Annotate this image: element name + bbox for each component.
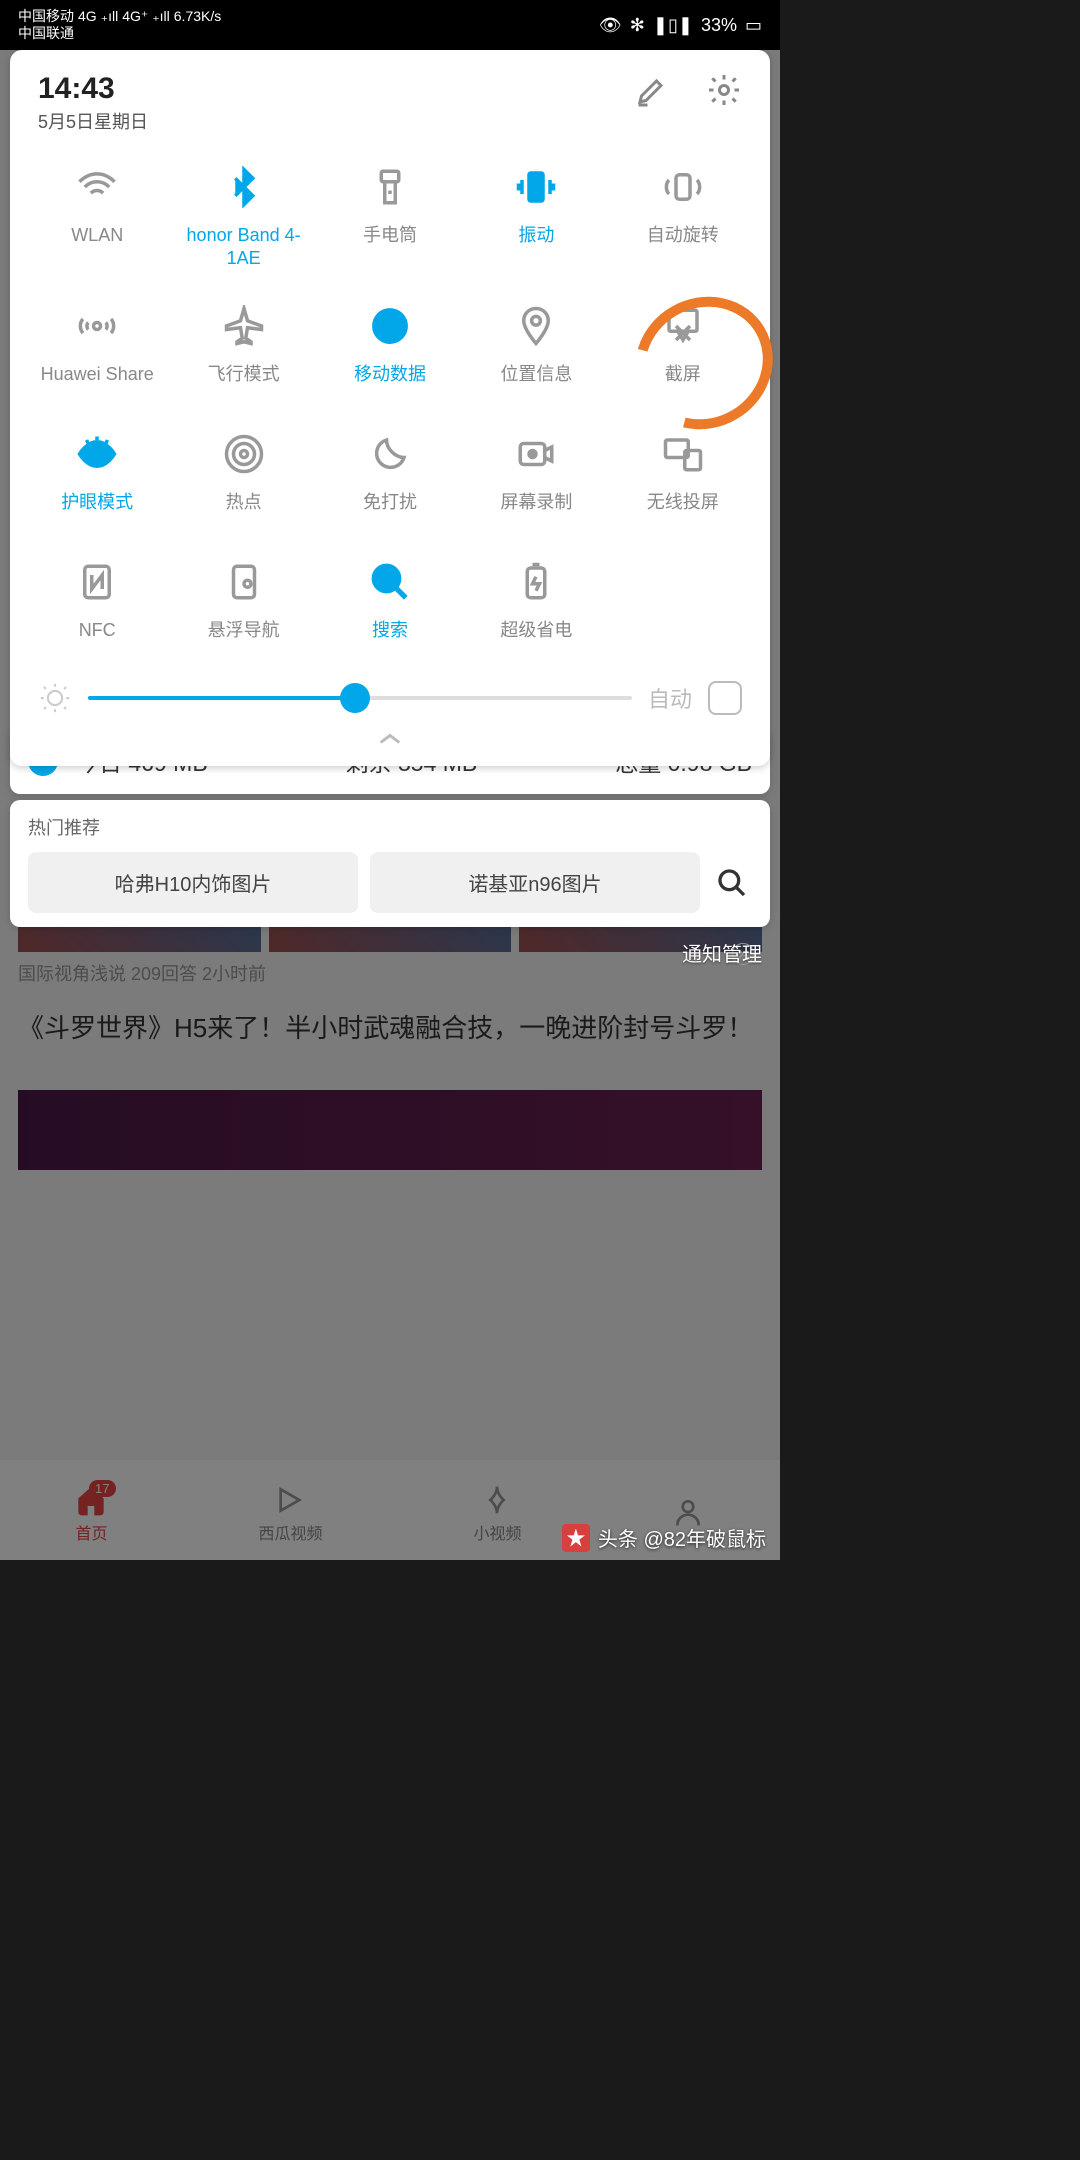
tab-xigua[interactable]: 西瓜视频 [258,1484,322,1544]
auto-brightness-label: 自动 [648,682,692,714]
bluetooth-icon [221,164,267,210]
status-carriers: 中国移动 4G ₊ıll 4G⁺ ₊ıll 6.73K/s 中国联通 [18,8,221,42]
clock-area[interactable]: 14:43 5月5日星期日 [38,72,148,134]
tab-shortvideo[interactable]: 小视频 [473,1484,521,1544]
recommend-search-icon[interactable] [712,863,752,903]
battery-percent: 33% [701,15,737,36]
watermark: 头条 @82年破鼠标 [562,1523,766,1552]
eye-icon [74,431,120,477]
auto-brightness-checkbox[interactable] [708,681,742,715]
date: 5月5日星期日 [38,108,148,134]
airplane-icon [221,303,267,349]
tile-cast[interactable]: 无线投屏 [610,419,756,539]
battery-icon [513,559,559,605]
time: 14:43 [38,72,148,106]
tile-autorotate[interactable]: 自动旋转 [610,152,756,283]
tab-home[interactable]: 17 首页 [75,1484,107,1544]
cast-icon [660,431,706,477]
feed-banner[interactable] [18,1090,762,1170]
recommend-card: 热门推荐 哈弗H10内饰图片 诺基亚n96图片 [10,800,770,927]
tab-badge: 17 [89,1480,115,1497]
vibrate-icon [513,164,559,210]
wifi-icon [74,164,120,210]
tile-hotspot[interactable]: 热点 [170,419,316,539]
tile-search[interactable]: 搜索 [317,547,463,667]
recommend-button-1[interactable]: 哈弗H10内饰图片 [28,852,358,913]
settings-icon[interactable] [706,72,742,113]
tile-location[interactable]: 位置信息 [463,291,609,411]
brightness-slider[interactable] [88,696,632,700]
location-icon [513,303,559,349]
feed-title[interactable]: 《斗罗世界》H5来了！半小时武魂融合技，一晚进阶封号斗罗！ [18,1010,762,1046]
tile-vibrate[interactable]: 振动 [463,152,609,283]
bluetooth-icon: ✻ [630,15,645,36]
mobiledata-icon [367,303,413,349]
notification-manage[interactable]: 通知管理 [682,938,762,967]
tile-wlan[interactable]: WLAN [24,152,170,283]
brightness-icon [38,681,72,715]
tile-airplane[interactable]: 飞行模式 [170,291,316,411]
slider-thumb[interactable] [340,683,370,713]
nfc-icon [74,559,120,605]
tile-powersave[interactable]: 超级省电 [463,547,609,667]
status-bar: 中国移动 4G ₊ıll 4G⁺ ₊ıll 6.73K/s 中国联通 👁 ✻ ❚… [0,0,780,50]
collapse-chevron[interactable] [24,725,756,758]
tile-huawei-share[interactable]: Huawei Share [24,291,170,411]
toutiao-icon [562,1524,590,1552]
moon-icon [367,431,413,477]
vibrate-icon: ❚▯❚ [653,15,693,36]
quick-settings-panel: 14:43 5月5日星期日 WLAN honor Band 4-1AE 手电筒 … [10,50,770,766]
flashlight-icon [367,164,413,210]
tile-nfc[interactable]: NFC [24,547,170,667]
share-icon [74,303,120,349]
brightness-row: 自动 [24,667,756,725]
screenshot-icon [660,303,706,349]
tile-bluetooth[interactable]: honor Band 4-1AE [170,152,316,283]
tile-flashlight[interactable]: 手电筒 [317,152,463,283]
tile-eyecomfort[interactable]: 护眼模式 [24,419,170,539]
rotate-icon [660,164,706,210]
quick-settings-grid: WLAN honor Band 4-1AE 手电筒 振动 自动旋转 Huawei… [24,152,756,667]
eye-comfort-icon: 👁 [599,15,622,36]
recommend-title: 热门推荐 [28,814,752,840]
record-icon [513,431,559,477]
tile-dnd[interactable]: 免打扰 [317,419,463,539]
tile-mobile-data[interactable]: 移动数据 [317,291,463,411]
tile-screenrecord[interactable]: 屏幕录制 [463,419,609,539]
hotspot-icon [221,431,267,477]
edit-icon[interactable] [634,72,670,113]
recommend-button-2[interactable]: 诺基亚n96图片 [370,852,700,913]
tile-screenshot[interactable]: 截屏 [610,291,756,411]
status-right: 👁 ✻ ❚▯❚ 33% ▭ [599,15,762,36]
search-icon [367,559,413,605]
battery-icon: ▭ [745,15,762,36]
floatnav-icon [221,559,267,605]
feed-meta: 国际视角浅说 209回答 2小时前 [18,960,266,986]
tile-floatnav[interactable]: 悬浮导航 [170,547,316,667]
